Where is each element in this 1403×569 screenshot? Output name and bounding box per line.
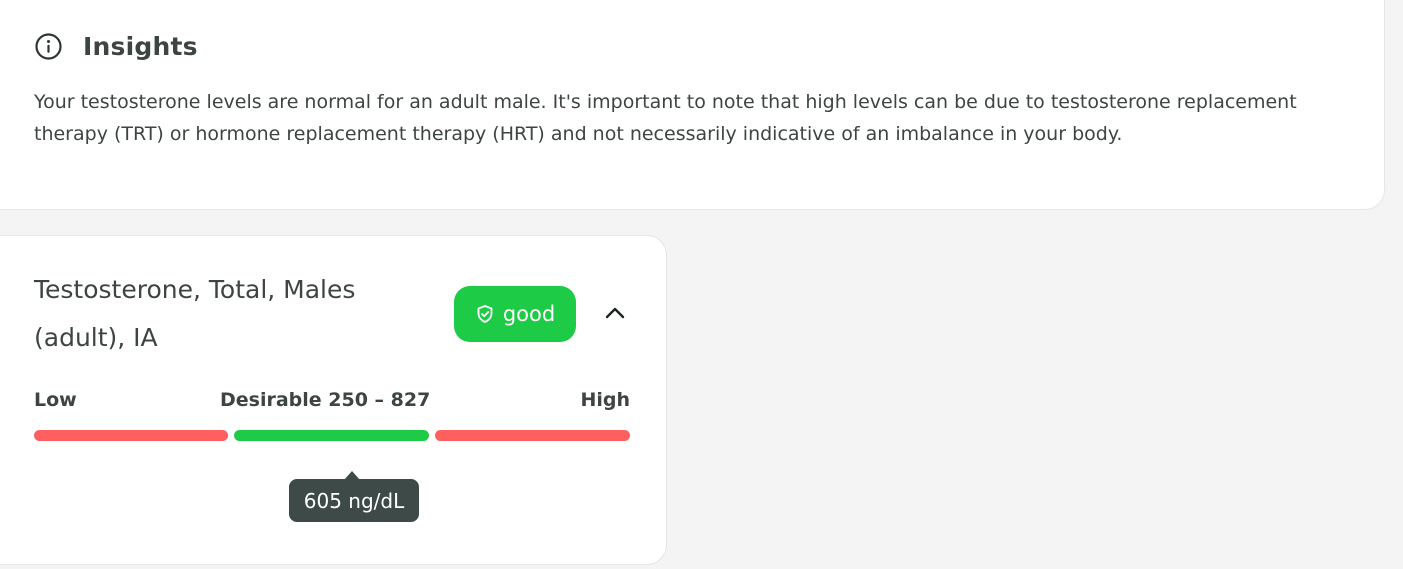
range-desirable-label: Desirable 250 – 827	[220, 389, 431, 411]
range-bar-high	[435, 430, 630, 441]
status-badge: good	[454, 286, 576, 342]
insights-text: Your testosterone levels are normal for …	[34, 91, 1297, 145]
collapse-button[interactable]	[597, 297, 633, 331]
range-low-label: Low	[34, 389, 77, 411]
range-high-label: High	[580, 389, 630, 411]
shield-check-icon	[475, 304, 495, 324]
chevron-up-icon	[604, 305, 626, 324]
marker-name: Testosterone, Total, Males (adult), IA	[34, 275, 356, 352]
insights-header: Insights	[34, 32, 198, 61]
info-icon	[34, 32, 63, 61]
range-bar-low	[34, 430, 228, 441]
value-tooltip: 605 ng/dL	[289, 479, 419, 522]
status-label: good	[502, 302, 556, 326]
insights-title: Insights	[83, 32, 198, 61]
range-bar-desirable	[234, 430, 429, 441]
